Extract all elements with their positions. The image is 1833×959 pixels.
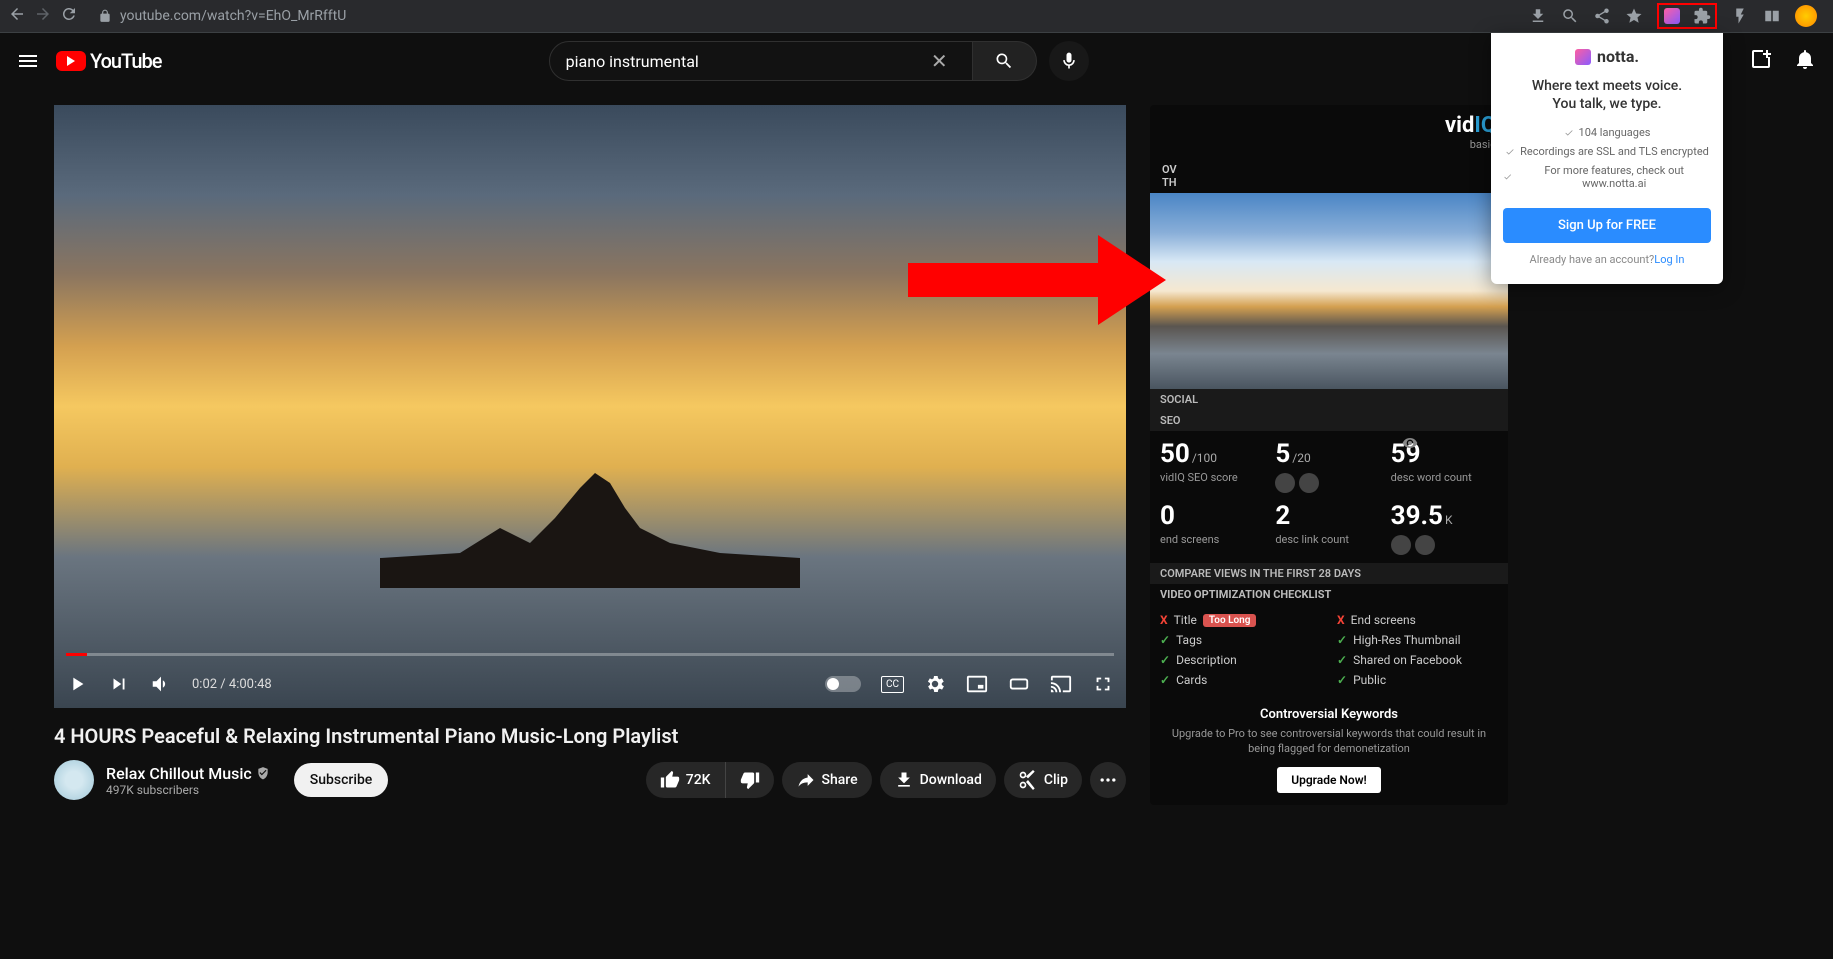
subscriber-count: 497K subscribers [106,783,270,797]
clip-button[interactable]: Clip [1004,762,1082,798]
notta-tagline-1: Where text meets voice. [1503,78,1711,94]
progress-bar[interactable] [66,653,1114,656]
upgrade-button[interactable]: Upgrade Now! [1277,767,1381,793]
notta-signup-button[interactable]: Sign Up for FREE [1503,208,1711,243]
stat-end-screens: 0 end screens [1160,501,1267,555]
autoplay-toggle[interactable] [825,676,861,692]
video-scenery [380,458,800,588]
bookmark-star-icon[interactable] [1625,7,1643,25]
channel-avatar[interactable] [54,760,94,800]
next-button[interactable] [108,673,130,695]
browser-back[interactable] [8,5,26,27]
stat-desc-links: 2 desc link count [1275,501,1382,555]
dislike-button[interactable] [726,762,774,798]
annotation-arrow [908,225,1168,335]
miniplayer-button[interactable] [966,673,988,695]
video-player[interactable]: 0:02 / 4:00:48 CC [54,105,1126,708]
zoom-icon[interactable] [1561,7,1579,25]
check-public: ✓Public [1337,673,1498,687]
install-icon[interactable] [1529,7,1547,25]
more-actions-button[interactable] [1090,762,1126,798]
play-button[interactable] [66,673,88,695]
search-button[interactable] [973,41,1037,81]
vidiq-logo: vidIQ basic [1445,113,1496,151]
vidiq-panel: vidIQ basic OVTH SOCIAL SEO 50/100 vidIQ… [1150,105,1508,805]
section-checklist: VIDEO OPTIMIZATION CHECKLIST [1150,584,1508,605]
eye-icon [1402,435,1418,451]
section-seo[interactable]: SEO [1150,410,1508,431]
volume-button[interactable] [150,673,172,695]
section-compare[interactable]: COMPARE VIEWS IN THE FIRST 28 DAYS [1150,563,1508,584]
notta-popup: notta. Where text meets voice. You talk,… [1491,33,1723,284]
cast-button[interactable] [1050,673,1072,695]
time-display: 0:02 / 4:00:48 [192,677,272,692]
theater-button[interactable] [1008,673,1030,695]
download-button[interactable]: Download [880,762,996,798]
share-chrome-icon[interactable] [1593,7,1611,25]
download-icon [894,770,914,790]
share-icon [796,770,816,790]
stat-seo-score: 50/100 vidIQ SEO score [1160,439,1267,493]
video-title: 4 HOURS Peaceful & Relaxing Instrumental… [54,724,1126,748]
extensions-puzzle-icon[interactable] [1693,7,1711,25]
check-description: ✓Description [1160,653,1321,667]
chrome-panel-icon[interactable] [1763,7,1781,25]
notta-extension-icon[interactable] [1663,7,1681,25]
notta-logo: notta. [1503,47,1711,66]
like-button[interactable]: 72K [646,762,726,798]
share-button[interactable]: Share [782,762,872,798]
fullscreen-button[interactable] [1092,673,1114,695]
verified-icon [256,766,270,780]
thumbs-down-icon [740,770,760,790]
channel-name[interactable]: Relax Chillout Music [106,764,270,783]
notta-feature-1: 104 languages [1503,126,1711,139]
stat-score-2: 5/20 [1275,439,1382,493]
check-cards: ✓Cards [1160,673,1321,687]
profile-avatar[interactable] [1795,5,1817,27]
check-hires: ✓High-Res Thumbnail [1337,633,1498,647]
notta-feature-2: Recordings are SSL and TLS encrypted [1503,145,1711,158]
notta-tagline-2: You talk, we type. [1503,96,1711,112]
controversial-panel: Controversial Keywords Upgrade to Pro to… [1150,695,1508,805]
stat-6: 39.5K [1391,501,1498,555]
extension-highlight [1657,3,1717,29]
lock-icon [98,9,112,23]
search-input[interactable] [566,52,923,71]
youtube-play-icon [56,51,86,71]
create-button[interactable] [1749,47,1773,75]
thumbs-up-icon [660,770,680,790]
captions-button[interactable]: CC [881,676,904,693]
hamburger-menu[interactable] [16,49,40,73]
url-text: youtube.com/watch?v=EhO_MrRfftU [120,8,346,24]
browser-forward [34,5,52,27]
notta-feature-3: For more features, check out www.notta.a… [1503,164,1711,190]
settings-button[interactable] [924,673,946,695]
scissors-icon [1018,770,1038,790]
clear-search-icon[interactable]: ✕ [923,49,956,73]
search-input-container[interactable]: ✕ [549,41,973,81]
check-end-screens: XEnd screens [1337,613,1498,627]
check-title: XTitleToo Long [1160,613,1321,627]
address-bar[interactable]: youtube.com/watch?v=EhO_MrRfftU [90,8,1517,24]
voice-search-button[interactable] [1049,41,1089,81]
section-social[interactable]: SOCIAL [1150,389,1508,410]
browser-reload[interactable] [60,5,78,27]
check-shared-fb: ✓Shared on Facebook [1337,653,1498,667]
notifications-button[interactable] [1793,47,1817,75]
check-tags: ✓Tags [1160,633,1321,647]
chrome-more-icon[interactable] [1731,7,1749,25]
notta-login-link[interactable]: Log In [1654,253,1684,266]
vidiq-thumbnail [1150,193,1508,389]
youtube-logo[interactable]: YouTube [56,49,162,73]
subscribe-button[interactable]: Subscribe [294,763,389,797]
notta-login-prompt: Already have an account?Log In [1503,253,1711,266]
more-icon [1098,770,1118,790]
